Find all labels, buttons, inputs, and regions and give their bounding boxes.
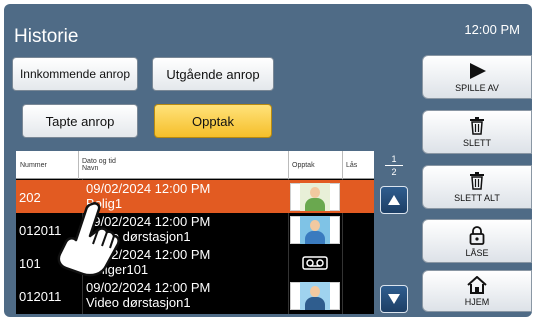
- header-number-label: Nummer: [20, 161, 47, 169]
- row-number: 012011: [19, 289, 62, 304]
- row-date: 09/02/2024 12:00 PM: [86, 181, 211, 196]
- tab-incoming-label: Innkommende anrop: [19, 67, 131, 81]
- voicemail-icon: [302, 256, 328, 270]
- row-number: 202: [19, 190, 41, 205]
- tab-recordings-label: Opptak: [192, 113, 234, 129]
- lock-icon: [469, 225, 485, 245]
- page-indicator: 1 2: [380, 154, 408, 177]
- camera-portrait-icon: [300, 183, 330, 211]
- page-total: 2: [391, 167, 397, 177]
- header-recording: Opptak: [288, 151, 315, 179]
- delete-button[interactable]: SLETT: [422, 110, 532, 154]
- play-label: SPILLE AV: [455, 82, 499, 93]
- arrow-down-icon: [388, 294, 400, 304]
- table-row[interactable]: 012011 09/02/2024 12:00 PM Video dørstas…: [16, 279, 374, 312]
- page-divider: [385, 165, 403, 166]
- home-button[interactable]: HJEM: [422, 270, 532, 312]
- scroll-up-button[interactable]: [380, 186, 408, 214]
- play-button[interactable]: SPILLE AV: [422, 55, 532, 99]
- recording-thumbnail: [290, 249, 340, 277]
- lock-button[interactable]: LÅSE: [422, 219, 532, 263]
- delete-label: SLETT: [462, 137, 491, 148]
- row-name: Video dørstasjon1: [86, 295, 191, 310]
- page-title: Historie: [14, 26, 79, 47]
- tab-missed-label: Tapte anrop: [45, 113, 115, 129]
- row-date: 09/02/2024 12:00 PM: [86, 280, 211, 295]
- clock: 12:00 PM: [464, 22, 520, 37]
- header-lock: Lås: [342, 151, 357, 179]
- recording-thumbnail: [290, 216, 340, 244]
- header-date: Dato og tid Navn: [78, 151, 116, 179]
- header-recording-label: Opptak: [292, 161, 315, 169]
- arrow-up-icon: [388, 195, 400, 205]
- camera-portrait-icon: [300, 216, 330, 244]
- table-header: Nummer Dato og tid Navn Opptak Lås: [16, 151, 374, 179]
- recording-thumbnail: [290, 282, 340, 310]
- tab-outgoing-label: Utgående anrop: [166, 66, 260, 82]
- delete-all-label: SLETT ALT: [454, 192, 500, 203]
- tab-incoming[interactable]: Innkommende anrop: [12, 57, 138, 91]
- page-current: 1: [391, 154, 397, 164]
- tab-recordings[interactable]: Opptak: [154, 104, 272, 138]
- pointing-hand-icon: [57, 202, 120, 277]
- trash-icon: [470, 116, 484, 135]
- header-date-label: Dato og tid: [82, 158, 116, 165]
- home-icon: [467, 275, 487, 294]
- header-lock-label: Lås: [346, 161, 358, 169]
- row-number: 101: [19, 256, 41, 271]
- scroll-down-button[interactable]: [380, 285, 408, 313]
- tab-outgoing[interactable]: Utgående anrop: [152, 57, 274, 91]
- recording-thumbnail: [290, 183, 340, 211]
- header-name-label: Navn: [82, 165, 99, 172]
- delete-all-button[interactable]: SLETT ALT: [422, 165, 532, 209]
- trash-icon: [470, 171, 484, 190]
- header-number: Nummer: [20, 151, 47, 179]
- home-label: HJEM: [464, 296, 490, 307]
- play-icon: [470, 62, 486, 79]
- camera-portrait-icon: [300, 282, 330, 310]
- lock-label: LÅSE: [465, 247, 489, 258]
- tab-missed[interactable]: Tapte anrop: [22, 104, 138, 138]
- screen-frame: Historie 12:00 PM Innkommende anrop Utgå…: [4, 4, 532, 317]
